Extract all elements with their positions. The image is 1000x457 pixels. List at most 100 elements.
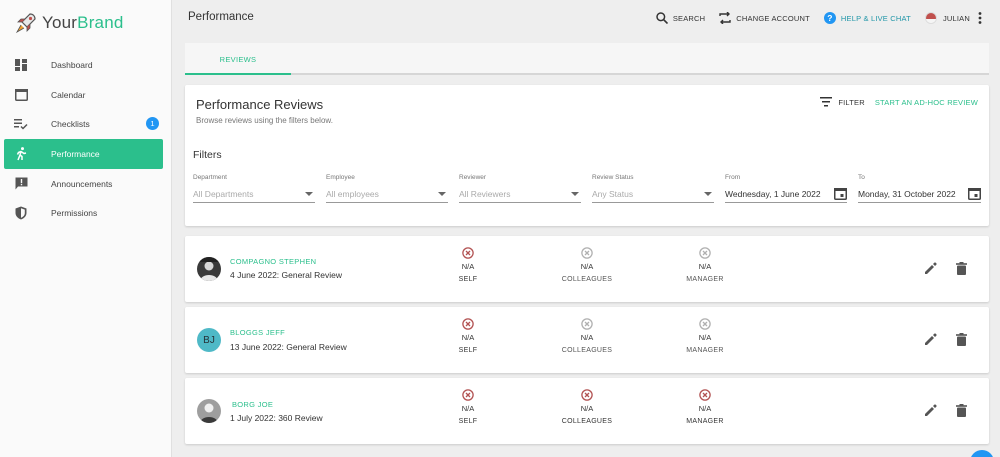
department-select[interactable]: Department All Departments bbox=[193, 174, 315, 204]
colleagues-label: COLLEAGUES bbox=[561, 276, 613, 283]
running-icon bbox=[14, 147, 28, 161]
review-status-label: Review Status bbox=[592, 174, 634, 181]
sidebar-item-label: Permissions bbox=[51, 208, 98, 219]
avatar bbox=[197, 257, 221, 281]
employee-select[interactable]: Employee All employees bbox=[326, 174, 448, 204]
colleagues-value: N/A bbox=[580, 262, 594, 271]
colleagues-label: COLLEAGUES bbox=[561, 347, 613, 354]
self-value: N/A bbox=[461, 262, 475, 271]
review-description: 4 June 2022: General Review bbox=[230, 270, 342, 280]
brand-logo[interactable]: YourBrand bbox=[14, 10, 124, 36]
brand-name-part2: Brand bbox=[77, 13, 124, 32]
reviews-title: Performance Reviews bbox=[196, 97, 324, 112]
search-button[interactable]: SEARCH bbox=[656, 12, 705, 24]
review-card[interactable]: BJ BLOGGS JEFF 13 June 2022: General Rev… bbox=[185, 307, 989, 373]
colleagues-label: COLLEAGUES bbox=[561, 418, 613, 425]
tab-indicator bbox=[185, 73, 291, 75]
review-status-value: Any Status bbox=[592, 188, 634, 199]
colleagues-status: N/A COLLEAGUES bbox=[557, 247, 617, 283]
sidebar-item-announcements[interactable]: Announcements bbox=[4, 169, 163, 199]
employee-name-link[interactable]: BORG JOE bbox=[232, 400, 273, 409]
sidebar-item-permissions[interactable]: Permissions bbox=[4, 198, 163, 228]
delete-icon[interactable] bbox=[956, 333, 967, 346]
checklists-badge: 1 bbox=[146, 117, 159, 131]
dashboard-icon bbox=[14, 58, 28, 72]
self-value: N/A bbox=[461, 404, 475, 413]
chevron-down-icon bbox=[305, 192, 313, 196]
colleagues-value: N/A bbox=[580, 404, 594, 413]
delete-icon[interactable] bbox=[956, 262, 967, 275]
colleagues-status: N/A COLLEAGUES bbox=[557, 318, 617, 354]
colleagues-status: N/A COLLEAGUES bbox=[557, 389, 617, 425]
edit-icon[interactable] bbox=[924, 333, 937, 346]
topbar: Performance SEARCH CHANGE ACCOUNT ? HELP… bbox=[172, 0, 1000, 37]
filter-label: FILTER bbox=[838, 97, 865, 107]
page-title: Performance bbox=[188, 11, 254, 23]
tab-reviews[interactable]: REVIEWS bbox=[185, 43, 291, 75]
cancel-icon bbox=[581, 247, 593, 259]
user-menu[interactable]: JULIAN bbox=[924, 12, 982, 24]
more-vert-icon[interactable] bbox=[978, 12, 982, 24]
cancel-icon bbox=[462, 318, 474, 330]
self-status: N/A SELF bbox=[438, 389, 498, 425]
sidebar-item-label: Announcements bbox=[51, 178, 113, 189]
manager-label: MANAGER bbox=[686, 418, 724, 425]
avatar bbox=[197, 399, 221, 423]
tab-label: REVIEWS bbox=[219, 54, 257, 64]
review-card[interactable]: BORG JOE 1 July 2022: 360 Review N/A SEL… bbox=[185, 378, 989, 444]
department-value: All Departments bbox=[193, 188, 254, 199]
brand-name-part1: Your bbox=[42, 13, 78, 32]
self-status: N/A SELF bbox=[438, 247, 498, 283]
reviewer-select[interactable]: Reviewer All Reviewers bbox=[459, 174, 581, 204]
to-date-field[interactable]: To Monday, 31 October 2022 bbox=[858, 174, 981, 204]
sidebar-item-label: Checklists bbox=[51, 119, 90, 130]
sidebar-item-checklists[interactable]: Checklists 1 bbox=[4, 109, 163, 139]
calendar-icon[interactable] bbox=[834, 187, 847, 200]
shield-icon bbox=[14, 206, 28, 220]
sidebar-item-label: Dashboard bbox=[51, 59, 93, 70]
start-adhoc-review-button[interactable]: START AN AD-HOC REVIEW bbox=[875, 98, 978, 107]
delete-icon[interactable] bbox=[956, 404, 967, 417]
calendar-icon bbox=[14, 88, 28, 102]
cancel-icon bbox=[581, 389, 593, 401]
chat-fab-button[interactable] bbox=[970, 450, 994, 457]
self-status: N/A SELF bbox=[438, 318, 498, 354]
change-account-button[interactable]: CHANGE ACCOUNT bbox=[719, 12, 810, 24]
manager-status: N/A MANAGER bbox=[675, 247, 735, 283]
reviewer-label: Reviewer bbox=[459, 174, 487, 181]
chevron-down-icon bbox=[571, 192, 579, 196]
sidebar-item-dashboard[interactable]: Dashboard bbox=[4, 50, 163, 80]
self-label: SELF bbox=[458, 347, 478, 354]
help-label: HELP & LIVE CHAT bbox=[840, 13, 911, 23]
cancel-icon bbox=[581, 318, 593, 330]
user-name: JULIAN bbox=[942, 13, 970, 23]
from-date-field[interactable]: From Wednesday, 1 June 2022 bbox=[725, 174, 847, 204]
manager-status: N/A MANAGER bbox=[675, 318, 735, 354]
help-live-chat-button[interactable]: ? HELP & LIVE CHAT bbox=[823, 12, 911, 24]
sidebar-item-performance[interactable]: Performance bbox=[4, 139, 163, 169]
checklist-icon bbox=[14, 117, 28, 131]
manager-label: MANAGER bbox=[686, 347, 724, 354]
edit-icon[interactable] bbox=[924, 262, 937, 275]
employee-name-link[interactable]: BLOGGS JEFF bbox=[230, 328, 285, 337]
review-card[interactable]: COMPAGNO STEPHEN 4 June 2022: General Re… bbox=[185, 236, 989, 302]
department-label: Department bbox=[193, 174, 227, 181]
review-status-select[interactable]: Review Status Any Status bbox=[592, 174, 714, 204]
colleagues-value: N/A bbox=[580, 333, 594, 342]
card-actions: FILTER START AN AD-HOC REVIEW bbox=[820, 97, 978, 107]
chevron-down-icon bbox=[704, 192, 712, 196]
tabs-bar: REVIEWS bbox=[185, 43, 989, 75]
filter-button[interactable]: FILTER bbox=[820, 97, 865, 107]
self-value: N/A bbox=[461, 333, 475, 342]
edit-icon[interactable] bbox=[924, 404, 937, 417]
sidebar-item-calendar[interactable]: Calendar bbox=[4, 80, 163, 110]
manager-label: MANAGER bbox=[686, 276, 724, 283]
sidebar-item-label: Calendar bbox=[51, 89, 86, 100]
calendar-icon[interactable] bbox=[968, 187, 981, 200]
filters-card: Performance Reviews Browse reviews using… bbox=[185, 85, 989, 226]
sidebar-item-label: Performance bbox=[51, 148, 100, 159]
flag-icon bbox=[924, 12, 937, 24]
cancel-icon bbox=[462, 247, 474, 259]
employee-name-link[interactable]: COMPAGNO STEPHEN bbox=[230, 257, 316, 266]
manager-value: N/A bbox=[698, 262, 712, 271]
